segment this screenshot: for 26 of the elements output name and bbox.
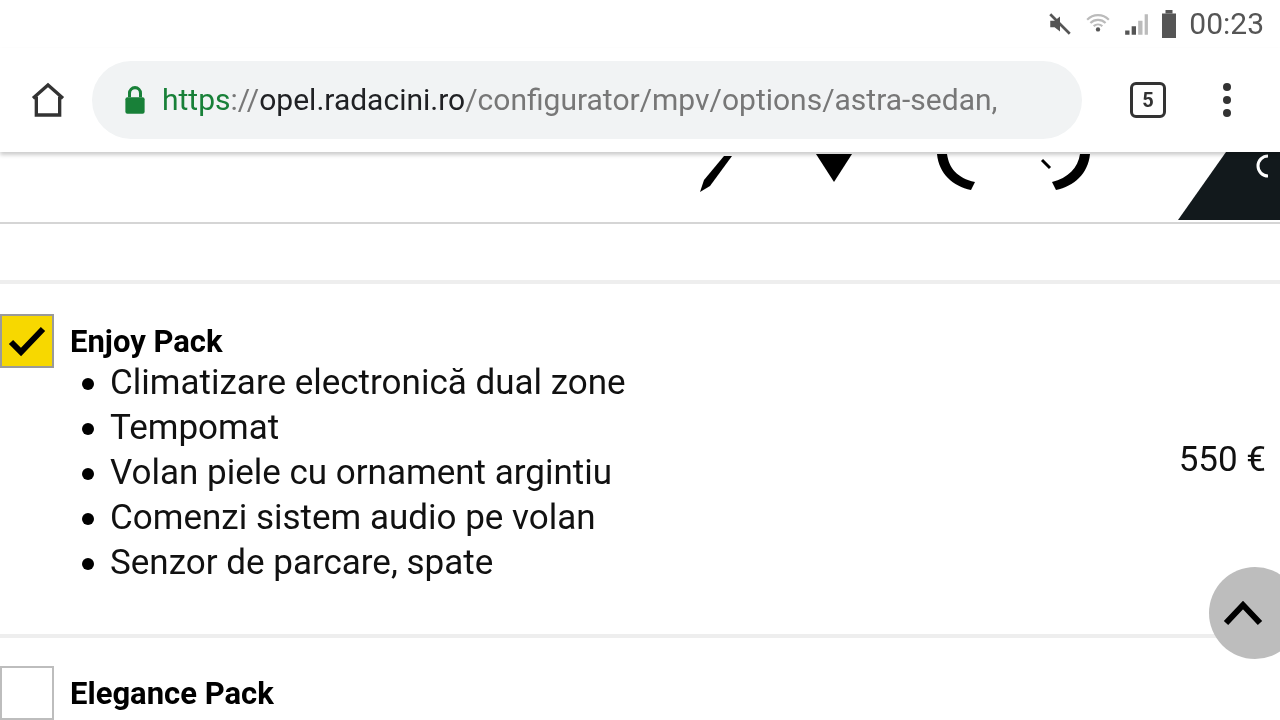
feature-item: Climatizare electronică dual zone [110,361,626,406]
feature-item: Senzor de parcare, spate [110,541,494,586]
battery-icon [1161,9,1178,38]
menu-icon[interactable] [1222,81,1232,118]
checkmark-icon [8,325,46,357]
feature-item: Comenzi sistem audio pe volan [110,496,596,541]
checkbox[interactable] [0,666,54,720]
lock-icon [124,85,146,114]
scroll-to-top-button[interactable] [1209,567,1280,659]
pen-icon [698,156,734,193]
feature-item: Volan piele cu ornament argintiu [110,451,612,496]
bullet-icon [82,557,94,570]
pack-title: Elegance Pack [70,676,275,712]
bullet-icon [82,467,94,480]
address-bar[interactable]: https://opel.radacini.ro/configurator/mpv/options/astra-sedan, [92,60,1082,139]
tab-count-button[interactable]: 5 [1130,81,1166,118]
bullet-icon [82,377,94,390]
bullet-icon [82,512,94,525]
url-text: https://opel.radacini.ro/configurator/mpv/options/astra-sedan, [162,81,998,120]
chevron-up-icon [1223,600,1263,626]
clock-time: 00:23 [1189,5,1264,44]
checkbox[interactable] [0,314,54,368]
feature-item: Tempomat [110,406,280,451]
bullet-icon [82,422,94,435]
pack-title: Enjoy Pack [70,324,224,360]
pack-price: 550 € [1178,437,1267,482]
